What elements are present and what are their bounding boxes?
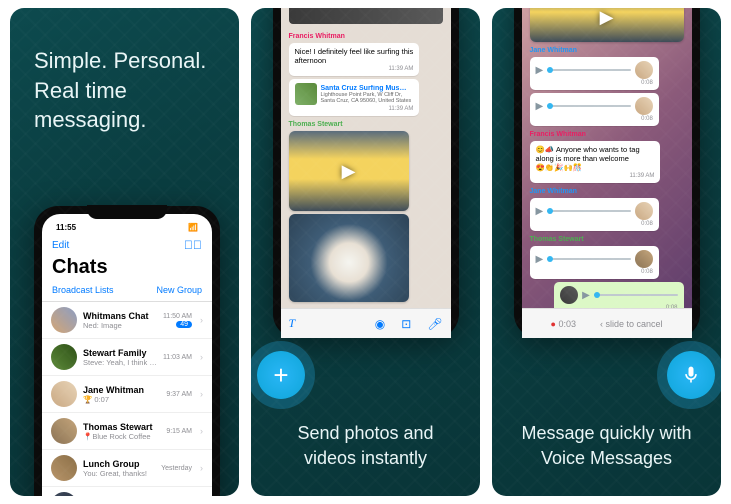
camera-icon[interactable]: ◉ — [375, 317, 385, 331]
chat-row[interactable]: Stewart FamilySteve: Yeah, I think I kno… — [42, 339, 212, 376]
play-icon: ▶ — [536, 101, 544, 112]
voice-message[interactable]: ▶0:08 — [530, 57, 659, 90]
edit-link[interactable]: Edit — [52, 240, 69, 251]
phone-mockup: Francis Whitman Nice! I definitely feel … — [273, 8, 459, 338]
caption: Message quickly with Voice Messages — [492, 405, 721, 496]
recording-bar[interactable]: ● 0:03 ‹ slide to cancel — [522, 308, 692, 338]
chat-header-avatar — [289, 8, 443, 24]
voice-message[interactable]: ▶0:08 — [530, 246, 659, 279]
iphone-notch — [87, 205, 167, 219]
record-icon: ● — [550, 319, 555, 329]
chat-row[interactable]: Jon Pearson😂👍Yesterday› — [42, 487, 212, 496]
voice-message[interactable]: ▶0:08 — [530, 198, 659, 231]
chat-row[interactable]: Lunch GroupYou: Great, thanks!Yesterday› — [42, 450, 212, 487]
promo-panel-chats: Simple. Personal. Real time messaging. 1… — [10, 8, 239, 496]
play-icon: ▶ — [536, 206, 544, 217]
chevron-right-icon: › — [200, 315, 203, 325]
mic-icon[interactable]: 🎤︎ — [427, 317, 442, 331]
headline: Simple. Personal. Real time messaging. — [10, 8, 239, 135]
phone-mockup: 11:55📶 Edit ✎⃞ Chats Broadcast Lists New… — [34, 206, 220, 496]
sender-label: Jane Whitman — [530, 47, 684, 54]
mic-button[interactable] — [667, 351, 715, 399]
photo-thumbnail[interactable] — [289, 214, 409, 302]
add-button[interactable]: + — [257, 351, 305, 399]
mic-icon — [681, 365, 701, 385]
compose-icon[interactable]: ✎⃞ — [184, 238, 202, 252]
chat-row[interactable]: Whitmans ChatNed: Image11:50 AM49› — [42, 302, 212, 339]
broadcast-link[interactable]: Broadcast Lists — [52, 285, 114, 295]
video-thumbnail[interactable]: ▶ — [289, 131, 409, 211]
promo-panel-media: Francis Whitman Nice! I definitely feel … — [251, 8, 480, 496]
sender-label: Francis Whitman — [289, 33, 443, 40]
phone-mockup: ▶ Jane Whitman ▶0:08 ▶0:08 Francis Whitm… — [514, 8, 700, 338]
link-preview-bubble[interactable]: Santa Cruz Surfing Mus…Lighthouse Point … — [289, 79, 420, 116]
sender-label: Jane Whitman — [530, 188, 684, 195]
promo-panel-voice: ▶ Jane Whitman ▶0:08 ▶0:08 Francis Whitm… — [492, 8, 721, 496]
caption: Send photos and videos instantly — [251, 405, 480, 496]
message-bubble[interactable]: Nice! I definitely feel like surfing thi… — [289, 43, 420, 76]
voice-message[interactable]: ▶0:08 — [530, 93, 659, 126]
message-bubble[interactable]: 😊📣 Anyone who wants to tag along is more… — [530, 141, 661, 183]
play-icon: ▶ — [530, 8, 684, 42]
sender-label: Thomas Stewart — [289, 121, 443, 128]
play-icon: ▶ — [289, 131, 409, 211]
play-icon: ▶ — [536, 254, 544, 265]
chat-row[interactable]: Thomas Stewart📍Blue Rock Coffee9:15 AM› — [42, 413, 212, 450]
play-icon: ▶ — [582, 290, 590, 301]
sender-label: Francis Whitman — [530, 131, 684, 138]
video-thumbnail[interactable]: ▶ — [530, 8, 684, 42]
page-title: Chats — [42, 256, 212, 283]
signal-icons: 📶 — [188, 223, 198, 232]
message-input-bar[interactable]: T ◉ ⊡ 🎤︎ — [281, 308, 451, 338]
text-icon: T — [289, 316, 296, 331]
photo-icon[interactable]: ⊡ — [401, 317, 411, 331]
sender-label: Thomas Stewart — [530, 236, 684, 243]
play-icon: ▶ — [536, 65, 544, 76]
newgroup-link[interactable]: New Group — [156, 285, 202, 295]
chat-row[interactable]: Jane Whitman🏆 0:079:37 AM› — [42, 376, 212, 413]
